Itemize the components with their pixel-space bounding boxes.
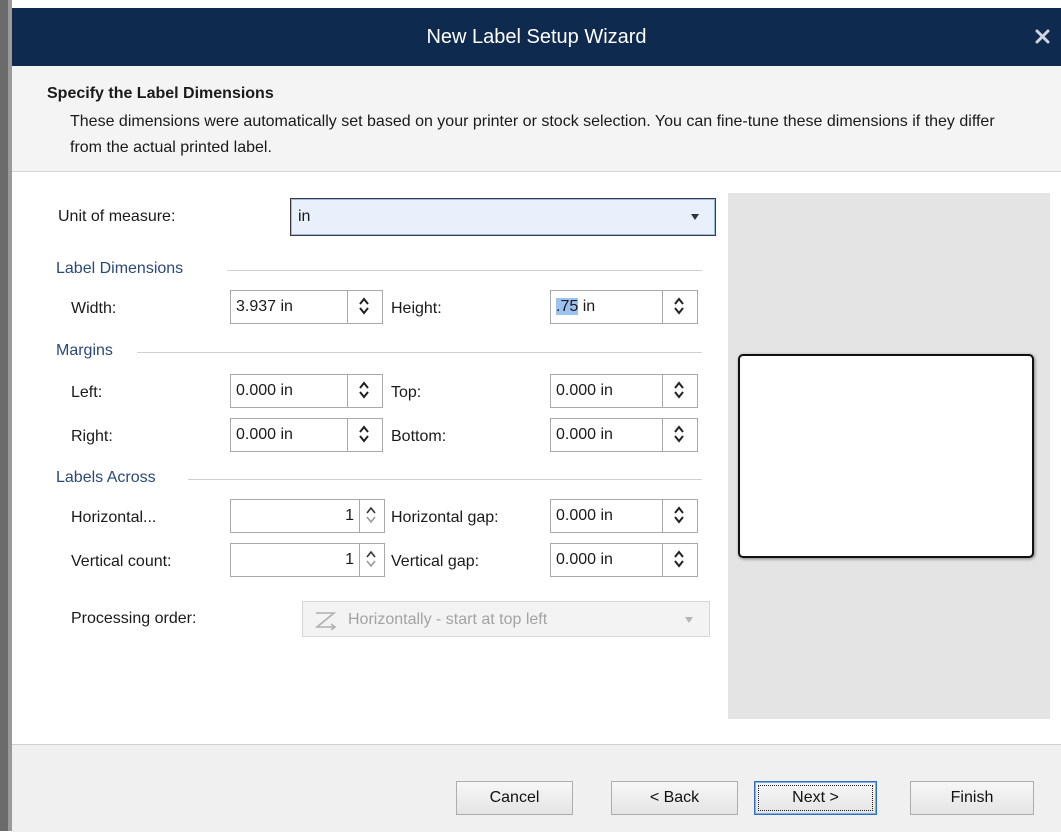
vertical-gap-label: Vertical gap: <box>391 553 480 570</box>
width-spin-buttons[interactable] <box>347 291 382 323</box>
chevron-down-icon <box>685 617 693 623</box>
label-preview-panel <box>728 193 1050 719</box>
chevron-down-icon <box>691 214 699 220</box>
processing-order-value: Horizontally - start at top left <box>348 611 548 628</box>
up-down-arrows-icon <box>674 425 684 443</box>
horizontal-count-label: Horizontal... <box>71 509 157 526</box>
bottom-margin-stepper[interactable]: 0.000 in <box>550 418 698 452</box>
up-down-arrows-icon <box>674 506 684 524</box>
vertical-gap-stepper[interactable]: 0.000 in <box>550 543 698 577</box>
labels-across-title: Labels Across <box>56 469 156 486</box>
left-margin-label: Left: <box>71 384 103 401</box>
page-description: These dimensions were automatically set … <box>70 113 995 156</box>
group-divider <box>227 270 702 271</box>
right-margin-stepper[interactable]: 0.000 in <box>230 418 383 452</box>
width-stepper[interactable]: 3.937 in <box>230 290 383 324</box>
horizontal-gap-spin-buttons[interactable] <box>662 500 697 532</box>
window-title: New Label Setup Wizard <box>426 26 647 48</box>
finish-button-label: Finish <box>950 789 994 806</box>
height-spin-buttons[interactable] <box>662 291 697 323</box>
label-preview-shape <box>738 354 1034 558</box>
top-edge <box>0 0 1061 8</box>
right-margin-spin-buttons[interactable] <box>347 419 382 451</box>
up-down-arrows-icon <box>674 381 684 399</box>
group-divider <box>188 479 702 480</box>
bottom-margin-spin-buttons[interactable] <box>662 419 697 451</box>
horizontal-count-value: 1 <box>345 507 354 524</box>
horizontal-count-stepper[interactable]: 1 <box>230 499 385 533</box>
vertical-gap-value: 0.000 in <box>556 551 613 568</box>
next-button-label: Next > <box>792 789 839 806</box>
up-down-arrows-icon <box>674 297 684 315</box>
right-margin-value: 0.000 in <box>236 426 293 443</box>
up-down-arrows-icon <box>366 550 376 568</box>
background-window-edge <box>0 0 12 831</box>
bottom-margin-value: 0.000 in <box>556 426 613 443</box>
wizard-dialog: New Label Setup Wizard Specify the Label… <box>12 8 1061 832</box>
up-down-arrows-icon <box>359 297 369 315</box>
unit-of-measure-select[interactable]: in <box>290 198 716 236</box>
group-divider <box>137 352 702 353</box>
width-label: Width: <box>71 300 117 317</box>
vertical-count-label: Vertical count: <box>71 553 172 570</box>
right-margin-label: Right: <box>71 428 113 445</box>
page-heading: Specify the Label Dimensions <box>47 85 274 102</box>
processing-order-select[interactable]: Horizontally - start at top left <box>302 601 710 637</box>
vertical-count-value: 1 <box>345 551 354 568</box>
up-down-arrows-icon <box>359 425 369 443</box>
vertical-gap-spin-buttons[interactable] <box>662 544 697 576</box>
horizontal-gap-label: Horizontal gap: <box>391 509 499 526</box>
height-label: Height: <box>391 300 442 317</box>
unit-of-measure-label: Unit of measure: <box>58 208 176 225</box>
cancel-button[interactable]: Cancel <box>456 781 573 815</box>
wizard-footer: Cancel < Back Next > Finish <box>12 744 1061 832</box>
vertical-count-stepper[interactable]: 1 <box>230 543 385 577</box>
left-margin-spin-buttons[interactable] <box>347 375 382 407</box>
vertical-count-spin-buttons[interactable] <box>359 544 384 576</box>
back-button-label: < Back <box>649 789 700 806</box>
bottom-margin-label: Bottom: <box>391 428 447 445</box>
close-button[interactable] <box>1023 8 1061 66</box>
height-selected-text: .75 <box>556 298 579 315</box>
height-value: .75 in <box>556 291 595 323</box>
top-margin-label: Top: <box>391 384 422 401</box>
height-unit-text: in <box>578 298 596 315</box>
height-stepper[interactable]: .75 in <box>550 290 698 324</box>
label-dimensions-title: Label Dimensions <box>56 260 184 277</box>
finish-button[interactable]: Finish <box>910 781 1034 815</box>
title-bar: New Label Setup Wizard <box>12 8 1061 66</box>
left-margin-stepper[interactable]: 0.000 in <box>230 374 383 408</box>
processing-order-label: Processing order: <box>71 610 197 627</box>
width-value: 3.937 in <box>236 298 293 315</box>
margins-title: Margins <box>56 342 113 359</box>
horizontal-gap-stepper[interactable]: 0.000 in <box>550 499 698 533</box>
close-icon <box>1035 29 1050 44</box>
top-margin-stepper[interactable]: 0.000 in <box>550 374 698 408</box>
horizontal-gap-value: 0.000 in <box>556 507 613 524</box>
unit-of-measure-value: in <box>298 208 311 225</box>
up-down-arrows-icon <box>359 381 369 399</box>
back-button[interactable]: < Back <box>611 781 738 815</box>
next-button[interactable]: Next > <box>754 781 877 815</box>
left-margin-value: 0.000 in <box>236 382 293 399</box>
top-margin-value: 0.000 in <box>556 382 613 399</box>
z-order-icon <box>314 612 337 630</box>
top-margin-spin-buttons[interactable] <box>662 375 697 407</box>
up-down-arrows-icon <box>674 550 684 568</box>
up-down-arrows-icon <box>366 506 376 524</box>
horizontal-count-spin-buttons[interactable] <box>359 500 384 532</box>
cancel-button-label: Cancel <box>489 789 540 806</box>
wizard-header: Specify the Label Dimensions These dimen… <box>12 66 1061 172</box>
